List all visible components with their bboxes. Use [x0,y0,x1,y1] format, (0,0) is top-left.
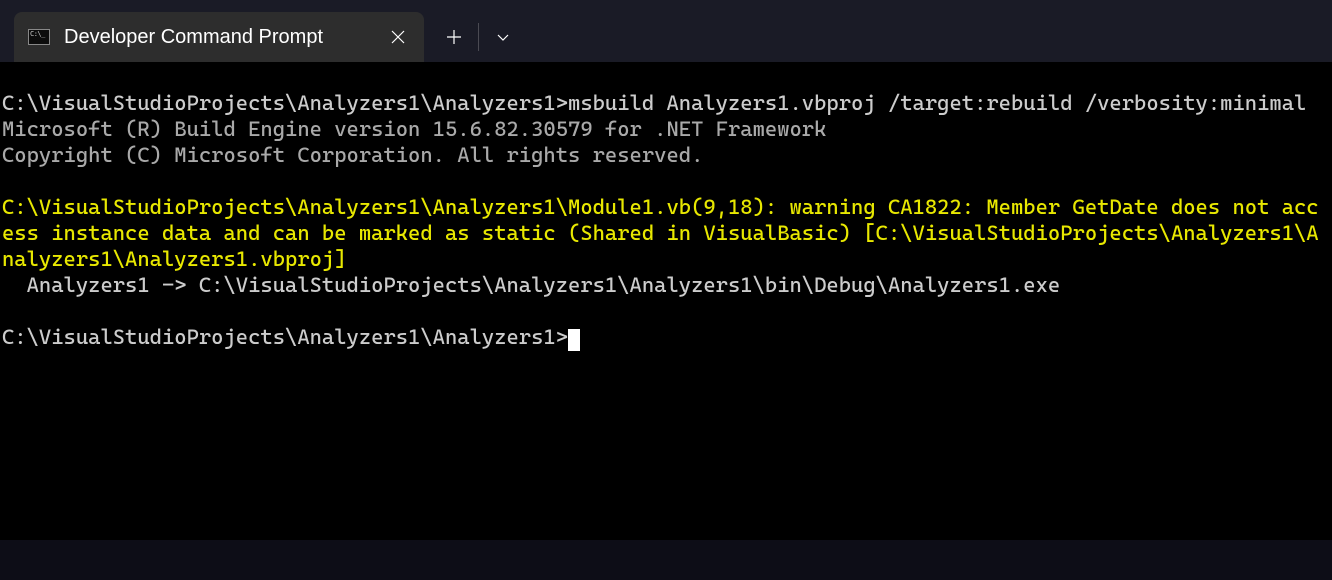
tab-title: Developer Command Prompt [64,26,376,49]
title-bar: Developer Command Prompt [0,0,1332,62]
build-output-line: Analyzers1 -> C:\VisualStudioProjects\An… [2,273,1060,297]
warning-line: C:\VisualStudioProjects\Analyzers1\Analy… [2,195,1319,271]
engine-line: Microsoft (R) Build Engine version 15.6.… [2,117,826,141]
prompt-path: C:\VisualStudioProjects\Analyzers1\Analy… [2,91,568,115]
tab-active[interactable]: Developer Command Prompt [14,12,424,62]
new-tab-button[interactable] [430,12,478,62]
command-text: msbuild Analyzers1.vbproj /target:rebuil… [568,91,1306,115]
terminal-icon [28,29,50,45]
close-tab-button[interactable] [390,29,406,45]
tab-actions [430,12,527,62]
copyright-line: Copyright (C) Microsoft Corporation. All… [2,143,703,167]
cursor [568,329,580,351]
terminal-output[interactable]: C:\VisualStudioProjects\Analyzers1\Analy… [0,62,1332,540]
tab-dropdown-button[interactable] [479,12,527,62]
bottom-bar [0,540,1332,580]
prompt-path-2: C:\VisualStudioProjects\Analyzers1\Analy… [2,325,568,349]
